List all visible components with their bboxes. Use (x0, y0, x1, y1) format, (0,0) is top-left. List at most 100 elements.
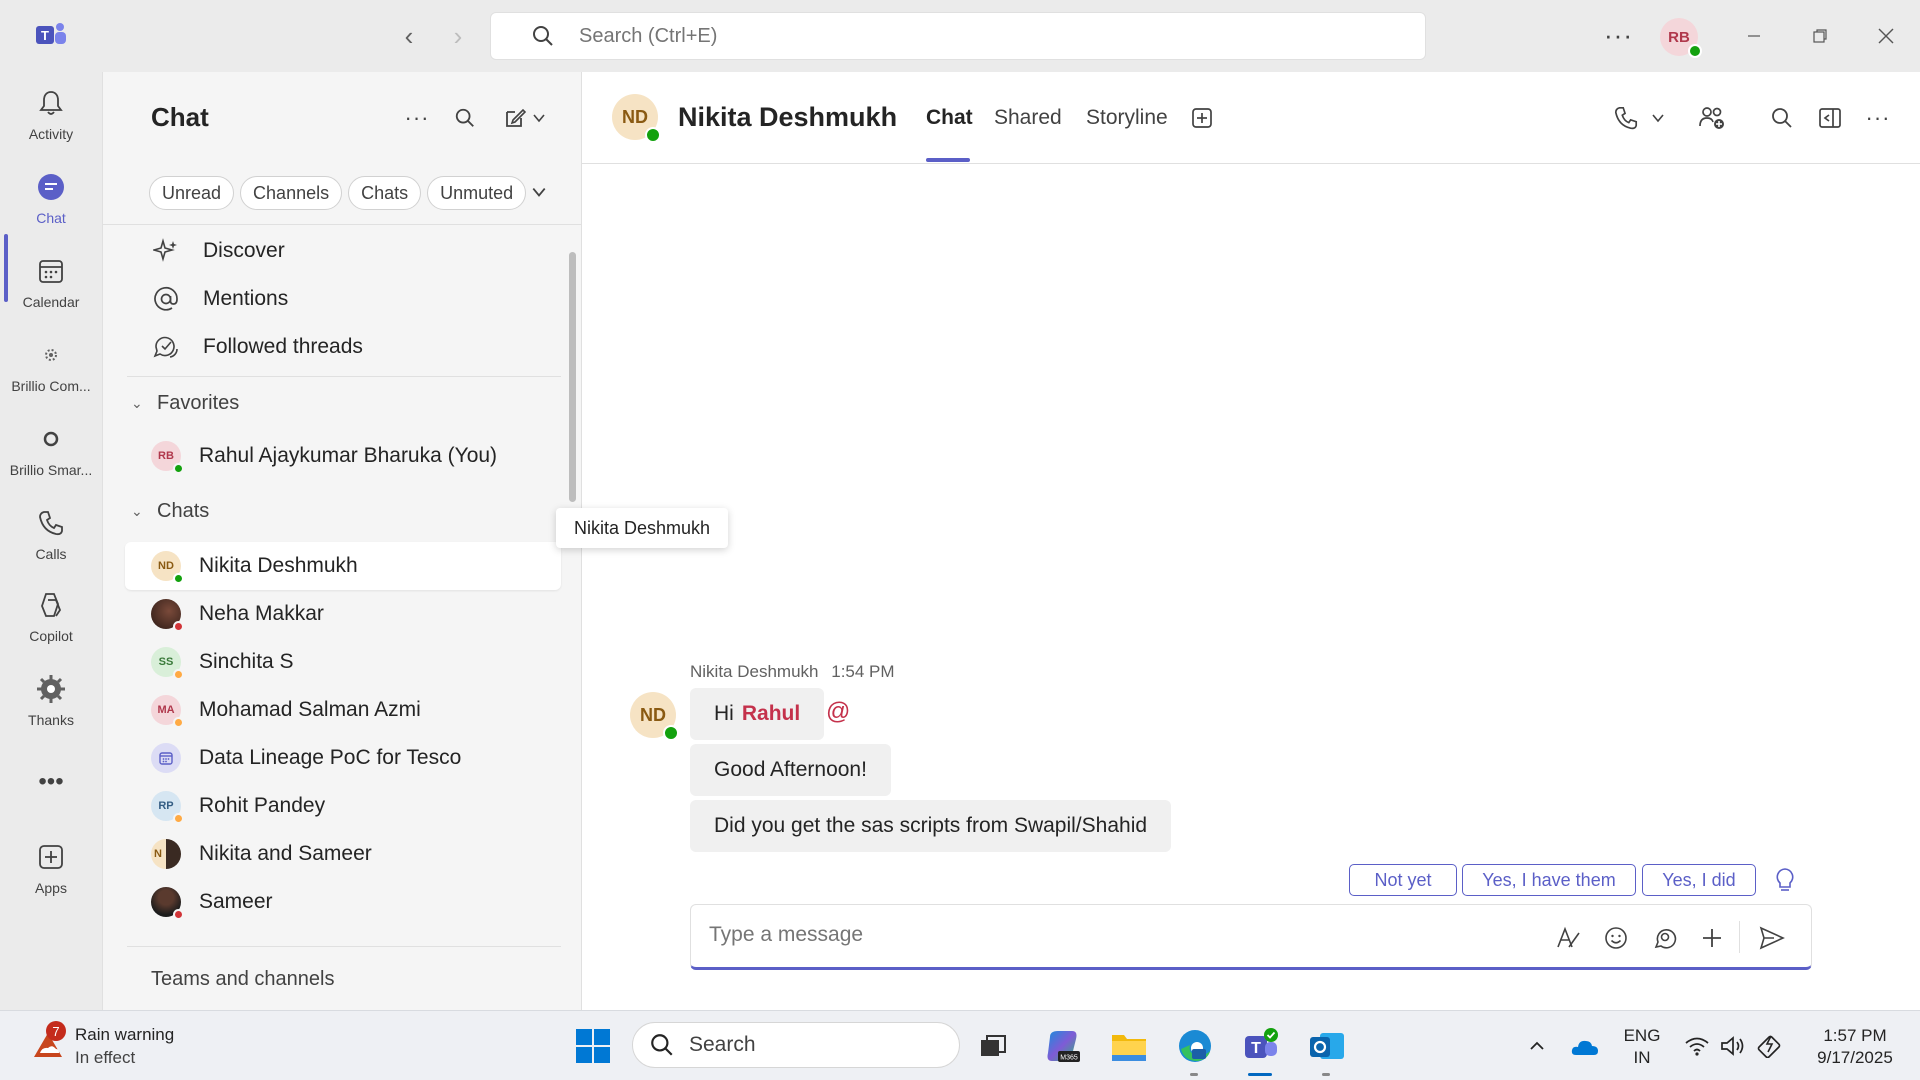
message-composer[interactable] (690, 904, 1812, 970)
suggested-reply-button[interactable]: Not yet (1349, 864, 1457, 896)
chat-item-mohamad-salman-azmi[interactable]: MA Mohamad Salman Azmi (125, 686, 561, 734)
search-input[interactable] (579, 24, 1279, 48)
suggested-reply-button[interactable]: Yes, I have them (1462, 864, 1636, 896)
teams-logo-icon[interactable]: T (34, 20, 68, 50)
rail-item-thanks[interactable]: Thanks (0, 672, 102, 748)
send-icon[interactable] (1757, 923, 1787, 953)
loop-icon[interactable] (1649, 923, 1679, 953)
tab-storyline[interactable]: Storyline (1086, 106, 1168, 130)
close-icon[interactable] (1866, 18, 1906, 54)
nav-mentions[interactable]: Mentions (125, 275, 565, 323)
message-bubble[interactable]: Hi Rahul (690, 688, 825, 740)
tab-chat[interactable]: Chat (926, 106, 973, 130)
add-tab-icon[interactable] (1186, 102, 1218, 134)
rail-more-apps[interactable]: ••• (0, 768, 102, 808)
calendar-icon (34, 254, 68, 288)
rail-item-brillio-com[interactable]: Brillio Com... (0, 338, 102, 414)
filter-unread[interactable]: Unread (149, 176, 235, 210)
new-chat-icon[interactable] (499, 102, 531, 134)
tab-shared[interactable]: Shared (994, 106, 1062, 130)
app-icon (34, 422, 68, 456)
more-options-icon[interactable]: ··· (1862, 102, 1894, 134)
rail-item-chat[interactable]: Chat (0, 170, 102, 246)
message-sender: Nikita Deshmukh (690, 662, 819, 681)
windows-start-icon[interactable] (572, 1025, 614, 1067)
rail-item-activity[interactable]: Activity (0, 86, 102, 162)
mention[interactable]: Rahul (742, 702, 800, 726)
search-icon[interactable] (1766, 102, 1798, 134)
avatar[interactable]: ND (630, 692, 679, 741)
nav-followed-threads[interactable]: Followed threads (125, 323, 565, 371)
global-search[interactable] (490, 12, 1426, 60)
chat-item-nikita-and-sameer[interactable]: N Nikita and Sameer (125, 830, 561, 878)
lightbulb-icon[interactable] (1772, 866, 1798, 899)
pop-out-icon[interactable] (1814, 102, 1846, 134)
more-options-icon[interactable]: ··· (1604, 20, 1633, 51)
copilot-icon (34, 588, 68, 622)
message-bubble[interactable]: Did you get the sas scripts from Swapil/… (690, 800, 1172, 852)
message-input[interactable] (709, 923, 1409, 947)
chat-item-sameer[interactable]: Sameer (125, 878, 561, 926)
call-icon[interactable] (1610, 102, 1642, 134)
chats-header[interactable]: ⌄ Chats (131, 500, 209, 523)
favorites-header[interactable]: ⌄ Favorites (131, 392, 239, 415)
chat-item-rohit-pandey[interactable]: RP Rohit Pandey (125, 782, 561, 830)
microsoft-365-icon[interactable]: M365 (1042, 1025, 1084, 1067)
avatar: RP (151, 791, 184, 824)
volume-icon[interactable] (1712, 1025, 1754, 1067)
teams-taskbar-icon[interactable]: T (1240, 1025, 1282, 1067)
edge-browser-icon[interactable] (1174, 1025, 1216, 1067)
filter-chats[interactable]: Chats (348, 176, 422, 210)
chat-item-data-lineage-poc[interactable]: Data Lineage PoC for Tesco (125, 734, 561, 782)
rail-item-copilot[interactable]: Copilot (0, 588, 102, 664)
chevron-down-icon: ⌄ (131, 395, 143, 411)
file-explorer-icon[interactable] (1108, 1025, 1150, 1067)
rail-item-calls[interactable]: Calls (0, 506, 102, 582)
chevron-down-icon[interactable] (1646, 102, 1670, 134)
chat-item-nikita-deshmukh[interactable]: ND Nikita Deshmukh (125, 542, 561, 590)
more-options-icon[interactable]: ··· (401, 102, 433, 134)
avatar: SS (151, 647, 184, 680)
clock[interactable]: 1:57 PM 9/17/2025 (1800, 1025, 1910, 1069)
chevron-down-icon[interactable] (531, 184, 547, 205)
taskbar-search[interactable]: Search (632, 1022, 960, 1068)
onedrive-icon[interactable] (1564, 1025, 1606, 1067)
chevron-down-icon[interactable] (529, 102, 549, 134)
nav-discover[interactable]: Discover (125, 227, 565, 275)
task-view-icon[interactable] (972, 1025, 1014, 1067)
suggested-reply-button[interactable]: Yes, I did (1642, 864, 1756, 896)
language-indicator[interactable]: ENG IN (1620, 1025, 1664, 1069)
emoji-icon[interactable] (1601, 923, 1631, 953)
scrollbar-thumb[interactable] (569, 252, 576, 502)
restore-icon[interactable] (1800, 18, 1840, 54)
battery-charging-icon[interactable] (1750, 1025, 1792, 1067)
back-arrow-icon[interactable]: ‹ (395, 22, 423, 50)
avatar[interactable]: ND (612, 94, 661, 143)
outlook-icon[interactable] (1306, 1025, 1348, 1067)
minimize-icon[interactable] (1734, 18, 1774, 54)
message-bubble[interactable]: Good Afternoon! (690, 744, 891, 796)
svg-text:M365: M365 (1060, 1055, 1078, 1062)
weather-icon[interactable]: 7 (28, 1021, 68, 1065)
add-people-icon[interactable] (1696, 102, 1728, 134)
rail-item-brillio-smart[interactable]: Brillio Smar... (0, 422, 102, 498)
teams-and-channels-section[interactable]: Teams and channels (151, 968, 334, 991)
chevron-up-icon[interactable] (1516, 1025, 1558, 1067)
profile-avatar[interactable]: RB (1660, 18, 1702, 58)
add-icon[interactable] (1697, 923, 1727, 953)
rail-item-calendar[interactable]: Calendar (0, 254, 102, 330)
mention-icon: @ (826, 698, 851, 725)
chevron-down-icon: ⌄ (131, 503, 143, 519)
conversation-header: ND Nikita Deshmukh Chat Shared Storyline… (582, 72, 1920, 164)
search-icon[interactable] (449, 102, 481, 134)
favorite-item[interactable]: RB Rahul Ajaykumar Bharuka (You) (125, 432, 561, 480)
rail-item-apps[interactable]: Apps (0, 840, 102, 916)
filter-unmuted[interactable]: Unmuted (427, 176, 527, 210)
chat-item-neha-makkar[interactable]: Neha Makkar (125, 590, 561, 638)
forward-arrow-icon[interactable]: › (444, 22, 472, 50)
chat-item-sinchita-s[interactable]: SS Sinchita S (125, 638, 561, 686)
presence-away-icon (173, 717, 184, 728)
format-icon[interactable] (1553, 923, 1583, 953)
filter-channels[interactable]: Channels (240, 176, 343, 210)
weather-widget[interactable]: Rain warning In effect (75, 1023, 174, 1069)
